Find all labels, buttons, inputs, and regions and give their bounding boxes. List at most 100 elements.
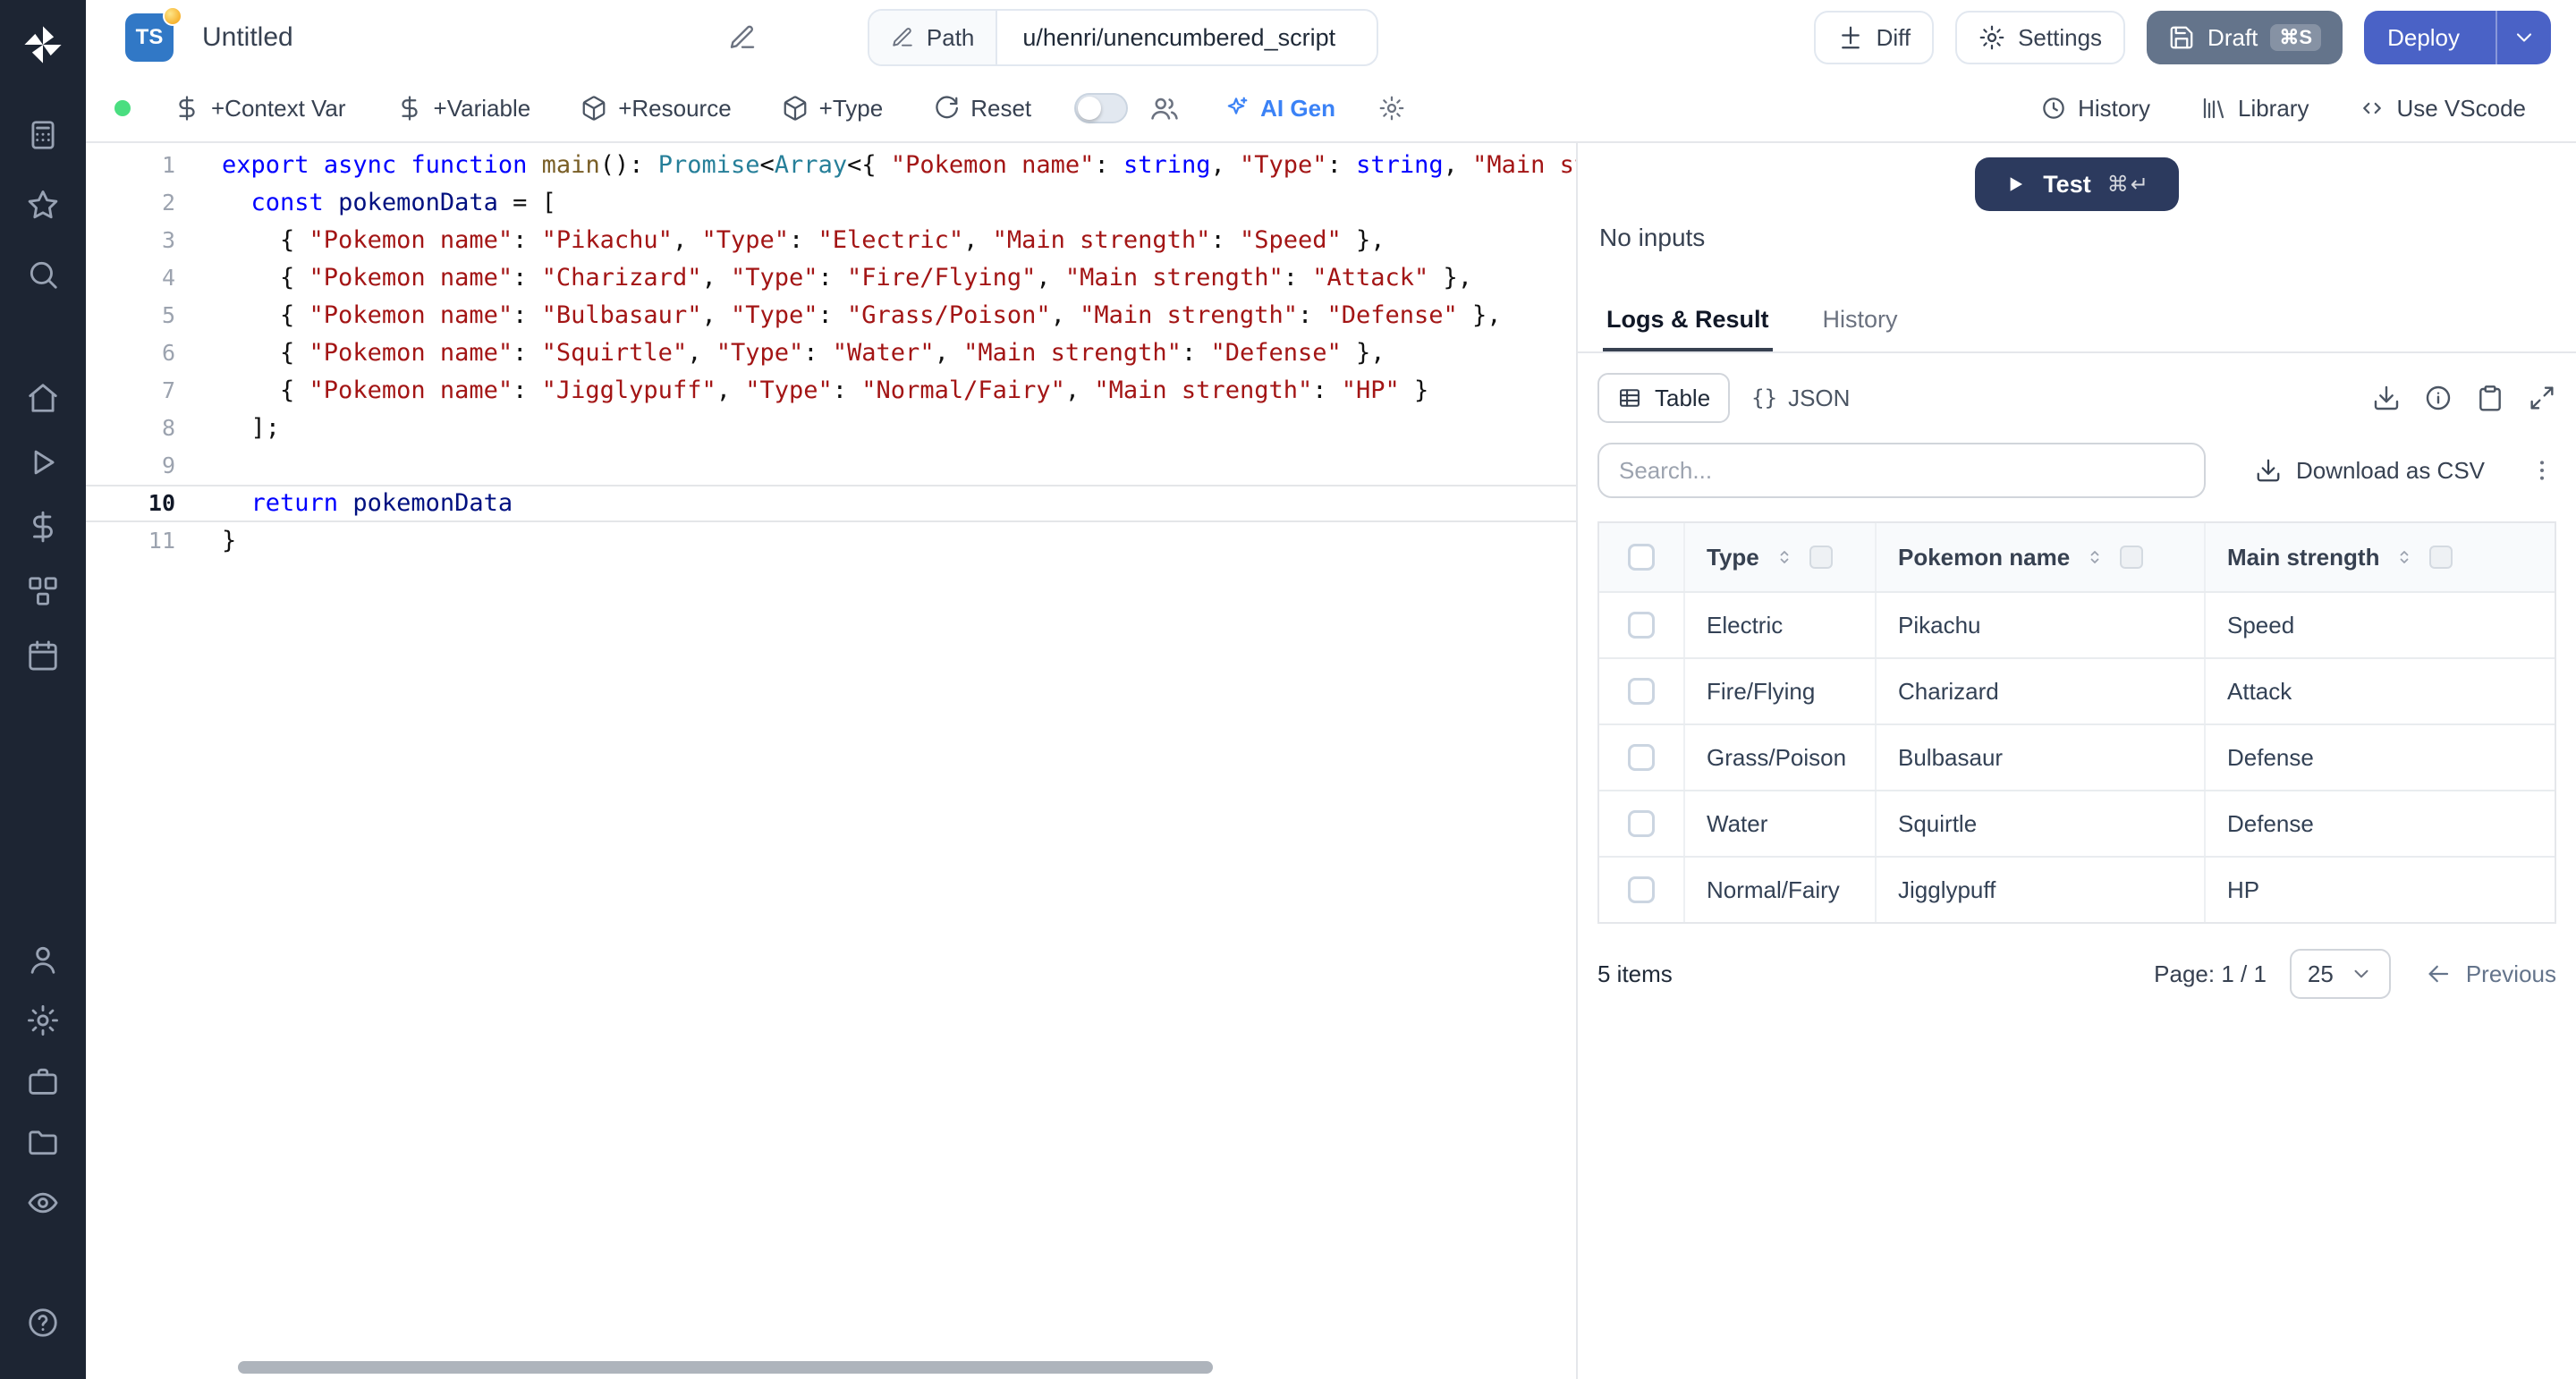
code-line-text: { "Pokemon name": "Squirtle", "Type": "W… <box>222 334 1576 372</box>
calculator-icon <box>26 118 60 152</box>
draft-button[interactable]: Draft ⌘S <box>2147 11 2343 64</box>
deploy-button[interactable]: Deploy <box>2364 11 2551 64</box>
path-value[interactable]: u/henri/unencumbered_script <box>997 11 1377 64</box>
horizontal-scrollbar[interactable] <box>238 1361 1213 1374</box>
result-tabs: Logs & Result History <box>1578 290 2576 353</box>
column-option-box[interactable] <box>2429 546 2453 569</box>
sidebar-item-user[interactable] <box>26 943 60 977</box>
info-icon[interactable] <box>2424 384 2453 412</box>
row-checkbox[interactable] <box>1628 876 1655 903</box>
code-line[interactable]: 10 return pokemonData <box>86 485 1576 522</box>
users-icon[interactable] <box>1149 93 1180 123</box>
add-type-button[interactable]: +Type <box>782 95 884 123</box>
column-option-box[interactable] <box>1809 546 1833 569</box>
use-vscode-button[interactable]: Use VScode <box>2359 95 2526 123</box>
sparkles-icon <box>1223 95 1250 122</box>
row-checkbox[interactable] <box>1628 612 1655 639</box>
reset-button[interactable]: Reset <box>933 95 1031 123</box>
diff-button[interactable]: Diff <box>1814 11 1935 64</box>
code-line[interactable]: 8 ]; <box>86 410 1576 447</box>
add-context-var-button[interactable]: +Context Var <box>174 95 346 123</box>
sidebar-item-briefcase[interactable] <box>26 1064 60 1098</box>
editor-settings-gear-icon[interactable] <box>1378 95 1405 122</box>
clipboard-icon[interactable] <box>2476 384 2504 412</box>
deploy-label[interactable]: Deploy <box>2364 11 2483 64</box>
library-button[interactable]: Library <box>2200 95 2309 123</box>
edit-pencil-icon[interactable] <box>728 23 757 52</box>
previous-page-button[interactable]: Previous <box>2425 960 2556 988</box>
tab-logs-result[interactable]: Logs & Result <box>1603 290 1773 351</box>
sidebar-item-eye[interactable] <box>26 1186 60 1220</box>
run-panel: Test ⌘↵ No inputs Logs & Result History … <box>1578 143 2576 1379</box>
sidebar-item-play[interactable] <box>26 445 60 479</box>
download-icon[interactable] <box>2372 384 2401 412</box>
row-checkbox[interactable] <box>1628 678 1655 705</box>
sort-icon[interactable] <box>2084 545 2106 570</box>
add-variable-button[interactable]: +Variable <box>396 95 531 123</box>
column-header[interactable]: Type <box>1685 523 1877 591</box>
code-editor[interactable]: 1export async function main(): Promise<A… <box>86 143 1578 1379</box>
select-all-checkbox[interactable] <box>1628 544 1655 571</box>
code-line[interactable]: 6 { "Pokemon name": "Squirtle", "Type": … <box>86 334 1576 372</box>
expand-icon[interactable] <box>2528 384 2556 412</box>
code-line[interactable]: 3 { "Pokemon name": "Pikachu", "Type": "… <box>86 222 1576 259</box>
search-input[interactable] <box>1597 443 2206 498</box>
table-row[interactable]: ElectricPikachuSpeed <box>1599 591 2555 657</box>
status-dot <box>114 100 131 116</box>
sidebar-item-star[interactable] <box>26 188 60 222</box>
table-row[interactable]: Normal/FairyJigglypuffHP <box>1599 856 2555 922</box>
test-button[interactable]: Test ⌘↵ <box>1975 157 2179 211</box>
sort-icon[interactable] <box>1774 545 1795 570</box>
sidebar-item-search[interactable] <box>26 258 60 292</box>
sidebar-item-apps[interactable] <box>26 574 60 608</box>
typescript-badge: TS <box>125 13 174 62</box>
line-number: 8 <box>86 410 175 447</box>
sort-icon[interactable] <box>2394 545 2415 570</box>
row-checkbox[interactable] <box>1628 744 1655 771</box>
multiplayer-toggle[interactable] <box>1074 93 1128 123</box>
code-line[interactable]: 4 { "Pokemon name": "Charizard", "Type":… <box>86 259 1576 297</box>
code-line-text: ]; <box>222 410 1576 447</box>
column-header[interactable]: Pokemon name <box>1877 523 2206 591</box>
code-line[interactable]: 7 { "Pokemon name": "Jigglypuff", "Type"… <box>86 372 1576 410</box>
script-title[interactable]: Untitled <box>202 22 293 53</box>
path-label-text: Path <box>927 24 975 52</box>
ai-gen-button[interactable]: AI Gen <box>1223 95 1335 123</box>
code-line[interactable]: 11} <box>86 522 1576 560</box>
sidebar-group-bottom <box>26 943 60 1220</box>
table-row[interactable]: Grass/PoisonBulbasaurDefense <box>1599 723 2555 790</box>
code-line[interactable]: 1export async function main(): Promise<A… <box>86 147 1576 184</box>
column-option-box[interactable] <box>2120 546 2143 569</box>
page-size-select[interactable]: 25 <box>2290 949 2391 999</box>
add-resource-button[interactable]: +Resource <box>580 95 731 123</box>
history-button[interactable]: History <box>2040 95 2150 123</box>
deploy-menu-button[interactable] <box>2496 11 2551 64</box>
table-row[interactable]: WaterSquirtleDefense <box>1599 790 2555 856</box>
code-line[interactable]: 2 const pokemonData = [ <box>86 184 1576 222</box>
sidebar-item-folder[interactable] <box>26 1125 60 1159</box>
arrow-left-icon <box>2425 960 2452 987</box>
sidebar-item-home[interactable] <box>26 381 60 415</box>
tab-history[interactable]: History <box>1819 290 1902 351</box>
sidebar-item-gear[interactable] <box>26 1003 60 1037</box>
sidebar-item-help[interactable] <box>26 1306 60 1340</box>
sidebar-item-dollar[interactable] <box>26 510 60 544</box>
table-row[interactable]: Fire/FlyingCharizardAttack <box>1599 657 2555 723</box>
code-line[interactable]: 9 <box>86 447 1576 485</box>
view-json-button[interactable]: {} JSON <box>1751 385 1850 412</box>
path-field[interactable]: Path u/henri/unencumbered_script <box>868 9 1379 66</box>
download-csv-button[interactable]: Download as CSV <box>2255 457 2485 485</box>
view-table-button[interactable]: Table <box>1597 373 1730 423</box>
code-line[interactable]: 5 { "Pokemon name": "Bulbasaur", "Type":… <box>86 297 1576 334</box>
column-header[interactable]: Main strength <box>2206 523 2555 591</box>
row-checkbox[interactable] <box>1628 810 1655 837</box>
windmill-logo-icon[interactable] <box>20 21 66 68</box>
result-action-icons <box>2372 384 2556 412</box>
kebab-menu-icon[interactable] <box>2528 456 2556 485</box>
sidebar-item-calendar[interactable] <box>26 639 60 673</box>
settings-button[interactable]: Settings <box>1955 11 2125 64</box>
package-icon <box>580 95 607 122</box>
sidebar-item-calculator[interactable] <box>26 118 60 152</box>
draft-label: Draft <box>2207 24 2258 52</box>
code-line-text: } <box>222 522 1576 560</box>
